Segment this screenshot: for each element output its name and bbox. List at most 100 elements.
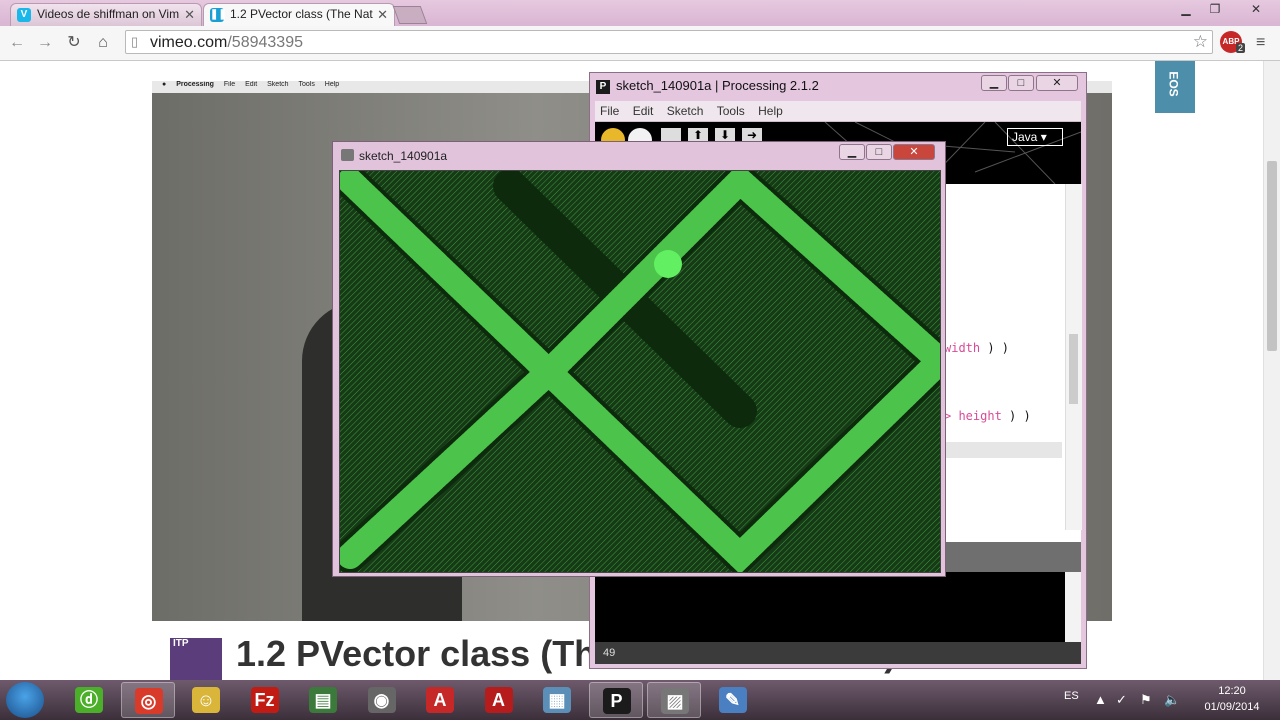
- console-scrollbar[interactable]: [1065, 572, 1081, 642]
- system-clock[interactable]: 12:20 01/09/2014: [1200, 683, 1264, 715]
- ide-menu-file[interactable]: File: [595, 101, 624, 121]
- calculator-icon: ▦: [543, 687, 571, 713]
- editor-scrollbar[interactable]: [1065, 184, 1082, 530]
- forward-icon[interactable]: →: [34, 32, 56, 54]
- ide-menu-edit[interactable]: Edit: [628, 101, 659, 121]
- close-window-icon[interactable]: ✕: [1236, 0, 1276, 18]
- bookmark-star-icon[interactable]: ☆: [1193, 32, 1208, 52]
- itp-badge: ITP: [173, 638, 189, 649]
- sketch-window-icon: [341, 149, 354, 161]
- action-center-icon[interactable]: ⚑: [1140, 692, 1152, 708]
- close-tab-icon[interactable]: ✕: [377, 7, 388, 23]
- autocad-alt-icon: A: [484, 687, 513, 713]
- ide-menu-help[interactable]: Help: [753, 101, 788, 121]
- taskbar-button-sketch-window[interactable]: ▨: [647, 682, 701, 718]
- network-icon[interactable]: ✓: [1116, 692, 1127, 708]
- ide-title-bar: Psketch_140901a | Processing 2.1.2: [596, 78, 976, 98]
- bouncing-ball-trails: [340, 171, 940, 572]
- reload-icon[interactable]: ↻: [63, 32, 85, 54]
- taskbar-button-autocad[interactable]: A: [413, 682, 467, 718]
- taskbar-button-filezilla[interactable]: Fz: [238, 682, 292, 718]
- code-keyword: height: [958, 409, 1002, 423]
- scrollbar-thumb[interactable]: [1267, 161, 1277, 351]
- videos-ribbon[interactable]: EOS: [1155, 61, 1195, 113]
- tab-videos-shiffman[interactable]: V Videos de shiffman on Vim ✕: [10, 3, 202, 26]
- taskbar-button-chrome[interactable]: ◎: [120, 682, 175, 718]
- code-line: width ) ): [944, 341, 1009, 355]
- address-bar[interactable]: ▯ vimeo.com/58943395 ☆: [125, 30, 1213, 54]
- page-scrollbar[interactable]: [1263, 61, 1280, 680]
- code-rest: ) ): [1009, 409, 1031, 423]
- ball: [654, 250, 682, 278]
- browser-toolbar: ← → ↻ ⌂ ▯ vimeo.com/58943395 ☆ ABP 2 ≡: [0, 26, 1280, 61]
- tray-expand-icon[interactable]: ▲: [1094, 692, 1107, 707]
- taskbar-button-paint[interactable]: ✎: [706, 682, 760, 718]
- ide-minimize-icon[interactable]: ▁: [981, 75, 1007, 91]
- ide-close-icon[interactable]: ✕: [1036, 75, 1078, 91]
- code-keyword: width: [944, 341, 981, 355]
- taskbar-button-calculator[interactable]: ▦: [530, 682, 584, 718]
- back-icon[interactable]: ←: [6, 32, 28, 54]
- sketch-close-icon[interactable]: ✕: [893, 144, 935, 160]
- editor-scroll-thumb[interactable]: [1069, 334, 1078, 404]
- page-icon: ▯: [131, 34, 139, 49]
- code-rest: ) ): [987, 341, 1010, 355]
- volume-icon[interactable]: 🔈: [1164, 692, 1180, 708]
- tab-pvector-class[interactable]: ❚❚ 1.2 PVector class (The Nat ✕: [203, 3, 395, 26]
- ide-menu-sketch[interactable]: Sketch: [662, 101, 709, 121]
- close-tab-icon[interactable]: ✕: [184, 7, 195, 23]
- start-button[interactable]: [6, 682, 44, 718]
- ribbon-text: EOS: [1166, 71, 1181, 97]
- dreamweaver-icon: ⓓ: [75, 687, 103, 713]
- mac-menu-sketch: Sketch: [267, 81, 289, 88]
- taskbar-button-folder[interactable]: ☺: [179, 682, 233, 718]
- sketch-window-icon: ▨: [661, 688, 689, 714]
- current-line-highlight: [944, 442, 1062, 458]
- filezilla-icon: Fz: [250, 687, 279, 713]
- sketch-title: sketch_140901a: [359, 149, 448, 163]
- processing-icon: P: [602, 688, 631, 714]
- ide-maximize-icon[interactable]: □: [1008, 75, 1034, 91]
- restore-icon[interactable]: ❐: [1201, 0, 1229, 18]
- adblock-count: 2: [1236, 43, 1246, 53]
- mac-menu-processing: Processing: [176, 81, 214, 88]
- tab-strip: V Videos de shiffman on Vim ✕ ❚❚ 1.2 PVe…: [0, 0, 1280, 26]
- url-path: /58943395: [227, 34, 303, 51]
- channel-avatar[interactable]: ITP: [170, 638, 222, 680]
- mode-label: Java: [1012, 130, 1038, 144]
- autocad-icon: A: [426, 687, 454, 713]
- taskbar-button-processing[interactable]: P: [588, 682, 643, 718]
- taskbar-button-disc[interactable]: ◉: [355, 682, 409, 718]
- sketch-window: sketch_140901a ▁ □ ✕: [332, 141, 946, 577]
- task-manager-icon: ▤: [309, 687, 337, 713]
- mac-menu-help: Help: [324, 81, 340, 88]
- mode-selector[interactable]: Java ▾: [1007, 128, 1063, 146]
- disc-icon: ◉: [367, 687, 396, 713]
- minimize-icon[interactable]: ▁: [1172, 0, 1200, 18]
- vimeo-icon: V: [17, 8, 31, 22]
- taskbar-button-task-manager[interactable]: ▤: [296, 682, 350, 718]
- tab-label: 1.2 PVector class (The Nat: [230, 7, 373, 21]
- sketch-maximize-icon[interactable]: □: [866, 144, 892, 160]
- mac-menu-file: File: [223, 81, 236, 88]
- folder-icon: ☺: [192, 687, 220, 713]
- sketch-minimize-icon[interactable]: ▁: [839, 144, 865, 160]
- chrome-icon: ◎: [134, 688, 163, 714]
- ide-title: sketch_140901a | Processing 2.1.2: [616, 78, 819, 93]
- ide-menu-tools[interactable]: Tools: [712, 101, 750, 121]
- new-tab-button[interactable]: [392, 6, 428, 24]
- home-icon[interactable]: ⌂: [92, 32, 114, 54]
- paint-icon: ✎: [718, 687, 747, 713]
- taskbar-button-autocad-alt[interactable]: A: [472, 682, 526, 718]
- url-host: vimeo.com: [150, 34, 228, 51]
- mac-menu-edit: Edit: [245, 81, 258, 88]
- chrome-menu-icon[interactable]: ≡: [1256, 34, 1265, 52]
- sketch-canvas[interactable]: [339, 170, 941, 573]
- language-indicator[interactable]: ES: [1064, 690, 1079, 702]
- taskbar-button-dreamweaver[interactable]: ⓓ: [62, 682, 116, 718]
- url-text[interactable]: vimeo.com/58943395: [150, 34, 303, 52]
- clock-time: 12:20: [1218, 685, 1246, 697]
- ide-menubar: File Edit Sketch Tools Help: [595, 101, 1081, 122]
- mac-menu-tools: Tools: [298, 81, 315, 88]
- windows-taskbar: ES ▲ ✓ ⚑ 🔈 12:20 01/09/2014 ⓓ ◎ ☺ Fz ▤ ◉ A A ▦ P ▨…: [0, 680, 1280, 720]
